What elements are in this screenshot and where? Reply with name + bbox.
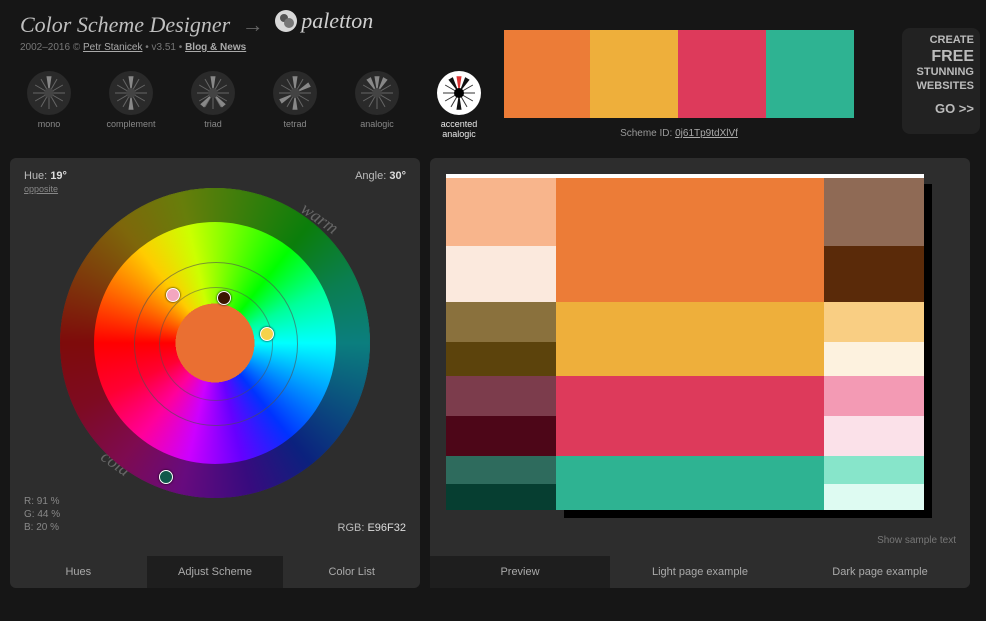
primary-swatch-bar (504, 30, 854, 118)
tab-light[interactable]: Light page example (610, 556, 790, 588)
color-wheel-panel: Hue: 19° opposite Angle: 30° warm cold R… (10, 158, 420, 588)
dot-primary[interactable] (217, 291, 231, 305)
scheme-option-mono[interactable]: mono (20, 71, 78, 139)
preview-swatch (556, 178, 824, 302)
preview-swatch (824, 456, 924, 484)
arrow-icon: → (242, 12, 264, 37)
scheme-option-tetrad[interactable]: tetrad (266, 71, 324, 139)
blog-link[interactable]: Blog & News (185, 42, 246, 53)
scheme-option-complement[interactable]: complement (102, 71, 160, 139)
right-tabs: PreviewLight page exampleDark page examp… (430, 556, 970, 588)
swatch-secondary[interactable] (590, 30, 678, 118)
scheme-id-row: Scheme ID: 0j61Tp9tdXlVf (504, 128, 854, 139)
tab-adjust[interactable]: Adjust Scheme (147, 556, 284, 588)
preview-swatch (446, 246, 556, 302)
rgb-percentages: R: 91 % G: 44 % B: 20 % (24, 495, 60, 534)
preview-swatch (824, 302, 924, 342)
preview-swatch (824, 342, 924, 376)
preview-swatch (446, 178, 556, 246)
dot-secondary[interactable] (260, 327, 274, 341)
preview-swatch (556, 376, 824, 456)
preview-swatch (446, 416, 556, 456)
preview-swatch (556, 456, 824, 510)
dot-tertiary[interactable] (166, 288, 180, 302)
color-wheel[interactable]: warm cold (60, 188, 370, 498)
swatch-tertiary[interactable] (678, 30, 766, 118)
meta-line: 2002–2016 © Petr Stanicek • v3.51 • Blog… (20, 42, 500, 53)
angle-readout: Angle: 30° (355, 170, 406, 182)
preview-swatch (446, 456, 556, 484)
tab-dark[interactable]: Dark page example (790, 556, 970, 588)
author-link[interactable]: Petr Stanicek (83, 42, 142, 53)
color-preview-grid (446, 174, 954, 546)
dot-complement[interactable] (159, 470, 173, 484)
tab-colorlist[interactable]: Color List (283, 556, 420, 588)
promo-banner[interactable]: CREATE FREE STUNNING WEBSITES GO >> (902, 28, 980, 134)
scheme-id-link[interactable]: 0j61Tp9tdXlVf (675, 128, 738, 139)
preview-swatch (824, 246, 924, 302)
preview-swatch (824, 416, 924, 456)
left-tabs: HuesAdjust SchemeColor List (10, 556, 420, 588)
preview-swatch (824, 178, 924, 246)
preview-swatch (824, 376, 924, 416)
preview-swatch (446, 342, 556, 376)
swatch-complement[interactable] (766, 30, 854, 118)
logo-icon (275, 10, 297, 32)
triad-icon (191, 71, 235, 115)
preview-swatch (564, 510, 932, 518)
logo-text: paletton (301, 8, 373, 34)
preview-swatch (824, 484, 924, 510)
scheme-type-selector: mono complement triad tetrad analogic accente… (20, 71, 500, 139)
title-text: Color Scheme Designer (20, 12, 230, 37)
analogic-icon (355, 71, 399, 115)
preview-swatch (446, 484, 556, 510)
swatch-primary[interactable] (504, 30, 590, 118)
mono-icon (27, 71, 71, 115)
tetrad-icon (273, 71, 317, 115)
app-title: Color Scheme Designer → paletton (20, 8, 500, 38)
scheme-option-analogic[interactable]: analogic (348, 71, 406, 139)
tab-hues[interactable]: Hues (10, 556, 147, 588)
scheme-option-accented[interactable]: accented analogic (430, 71, 488, 139)
paletton-logo[interactable]: paletton (275, 8, 373, 34)
preview-swatch (446, 302, 556, 342)
preview-panel: Show sample text PreviewLight page examp… (430, 158, 970, 588)
complement-icon (109, 71, 153, 115)
tab-preview[interactable]: Preview (430, 556, 610, 588)
show-sample-text-link[interactable]: Show sample text (877, 535, 956, 546)
preview-swatch (556, 302, 824, 376)
preview-swatch (446, 376, 556, 416)
accented-icon (437, 71, 481, 115)
preview-swatch (924, 184, 932, 518)
rgb-hex: RGB: E96F32 (338, 522, 407, 534)
scheme-option-triad[interactable]: triad (184, 71, 242, 139)
